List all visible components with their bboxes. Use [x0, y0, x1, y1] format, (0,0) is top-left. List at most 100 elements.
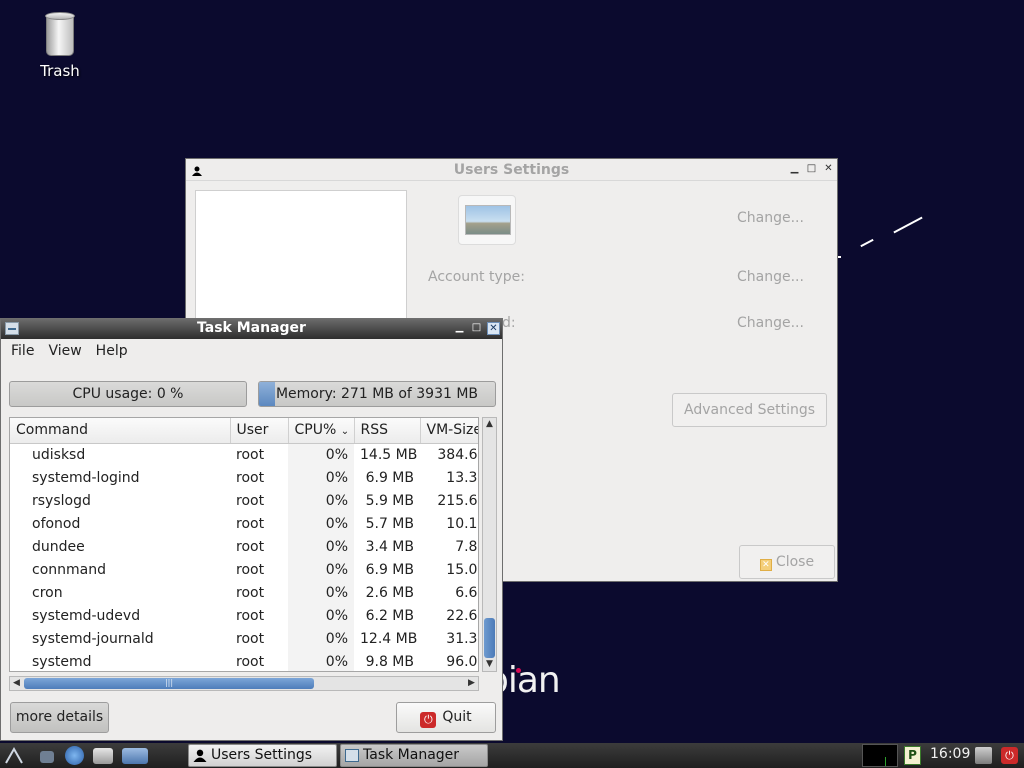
change-password-link[interactable]: Change...: [737, 315, 804, 331]
menu-view[interactable]: View: [48, 343, 81, 359]
task-manager-titlebar[interactable]: Task Manager ▁ □ ✕: [1, 319, 502, 339]
cell-user: root: [236, 492, 265, 509]
table-row[interactable]: rsyslogd root 0% 5.9 MB 215.6 M: [10, 489, 478, 512]
taskbar-users-settings[interactable]: Users Settings: [188, 744, 337, 767]
menubar: File View Help: [1, 339, 502, 363]
desktop-trash[interactable]: Trash: [30, 12, 90, 80]
change-name-link[interactable]: Change...: [737, 210, 804, 226]
power-icon[interactable]: ⏻: [1001, 747, 1018, 764]
workspace-switcher-icon[interactable]: [122, 748, 148, 764]
memory-usage-meter: Memory: 271 MB of 3931 MB used: [258, 381, 496, 407]
memory-usage-text: Memory: 271 MB of 3931 MB used: [275, 386, 479, 402]
close-window-button[interactable]: ✕: [822, 163, 835, 176]
wallpaper-logo-dot: [516, 668, 521, 673]
cell-cpu: 0%: [288, 512, 354, 535]
cell-cpu: 0%: [288, 535, 354, 558]
users-settings-titlebar[interactable]: Users Settings ▁ □ ✕: [186, 159, 837, 181]
cell-command: ofonod: [32, 515, 81, 532]
tray-p-icon[interactable]: P: [904, 746, 921, 765]
cell-cpu: 0%: [288, 627, 354, 650]
avatar-button[interactable]: [458, 195, 516, 245]
user-icon: [193, 749, 207, 762]
horizontal-scrollbar[interactable]: ||| ▶ ◀: [9, 676, 479, 691]
table-row[interactable]: udisksd root 0% 14.5 MB 384.6 M: [10, 443, 478, 466]
cell-vm: 31.3 M: [446, 630, 478, 647]
taskbar-task-manager[interactable]: Task Manager: [340, 744, 488, 767]
cell-vm: 22.6 M: [446, 607, 478, 624]
process-table[interactable]: Command User CPU% ⌄ RSS VM-Size udisksd r…: [9, 417, 479, 672]
cell-cpu: 0%: [288, 489, 354, 512]
column-header-rss[interactable]: RSS: [354, 418, 421, 444]
taskbar-users-settings-label: Users Settings: [211, 747, 313, 763]
more-details-button[interactable]: more details: [10, 702, 109, 733]
scroll-right-icon[interactable]: ▶: [465, 677, 478, 690]
table-row[interactable]: cron root 0% 2.6 MB 6.6 M: [10, 581, 478, 604]
start-menu-icon[interactable]: [4, 746, 24, 765]
cell-command: rsyslogd: [32, 492, 91, 509]
cell-rss: 12.4 MB: [360, 630, 418, 647]
menu-file[interactable]: File: [11, 343, 34, 359]
cell-rss: 9.8 MB: [365, 653, 414, 670]
column-header-command[interactable]: Command: [10, 418, 231, 444]
table-row[interactable]: ofonod root 0% 5.7 MB 10.1 M: [10, 512, 478, 535]
menu-help[interactable]: Help: [96, 343, 128, 359]
change-account-type-link[interactable]: Change...: [737, 269, 804, 285]
cell-user: root: [236, 515, 265, 532]
close-window-button[interactable]: ✕: [487, 322, 500, 335]
column-header-vmsize[interactable]: VM-Size: [420, 418, 478, 444]
cpu-usage-meter: CPU usage: 0 %: [9, 381, 247, 407]
cell-rss: 5.9 MB: [365, 492, 414, 509]
vertical-scrollbar[interactable]: ▲ ▼: [482, 417, 497, 672]
network-icon[interactable]: [975, 747, 992, 764]
horizontal-scroll-thumb[interactable]: |||: [24, 678, 314, 689]
cell-command: connmand: [32, 561, 106, 578]
table-row[interactable]: systemd-udevd root 0% 6.2 MB 22.6 M: [10, 604, 478, 627]
cell-cpu: 0%: [288, 604, 354, 627]
cell-user: root: [236, 607, 265, 624]
cell-cpu: 0%: [288, 581, 354, 604]
table-row[interactable]: systemd-logind root 0% 6.9 MB 13.3 M: [10, 466, 478, 489]
cell-command: dundee: [32, 538, 85, 555]
maximize-button[interactable]: □: [805, 163, 818, 176]
cell-command: systemd-udevd: [32, 607, 141, 624]
cell-vm: 215.6 M: [437, 492, 478, 509]
table-row[interactable]: dundee root 0% 3.4 MB 7.8 M: [10, 535, 478, 558]
close-button[interactable]: ✕ Close: [739, 545, 835, 579]
table-row[interactable]: systemd-journald root 0% 12.4 MB 31.3 M: [10, 627, 478, 650]
wallpaper-swirl: [893, 216, 923, 234]
column-header-user[interactable]: User: [230, 418, 289, 444]
cell-user: root: [236, 584, 265, 601]
scroll-up-icon[interactable]: ▲: [483, 418, 496, 431]
advanced-settings-button[interactable]: Advanced Settings: [672, 393, 827, 427]
cell-vm: 10.1 M: [446, 515, 478, 532]
taskbar: Users Settings Task Manager P 16:09 ⏻: [0, 743, 1024, 768]
close-icon: ✕: [759, 559, 772, 571]
column-header-cpu[interactable]: CPU% ⌄: [288, 418, 355, 444]
show-desktop-icon[interactable]: [93, 748, 113, 764]
web-browser-icon[interactable]: [65, 746, 84, 765]
cell-cpu: 0%: [288, 650, 354, 671]
clock[interactable]: 16:09: [930, 746, 970, 762]
wallpaper-swirl: [860, 238, 874, 248]
table-row[interactable]: systemd root 0% 9.8 MB 96.0 M: [10, 650, 478, 671]
table-row[interactable]: connmand root 0% 6.9 MB 15.0 M: [10, 558, 478, 581]
cell-user: root: [236, 561, 265, 578]
cell-user: root: [236, 630, 265, 647]
minimize-button[interactable]: ▁: [453, 322, 466, 335]
cell-command: udisksd: [32, 446, 86, 463]
scroll-left-icon[interactable]: ◀: [10, 677, 23, 690]
file-manager-icon[interactable]: [40, 751, 54, 763]
maximize-button[interactable]: □: [470, 322, 483, 335]
quit-button[interactable]: ⏻ Quit: [396, 702, 496, 733]
cell-user: root: [236, 538, 265, 555]
task-manager-title: Task Manager: [197, 320, 306, 336]
scroll-down-icon[interactable]: ▼: [483, 658, 496, 671]
vertical-scroll-thumb[interactable]: [484, 618, 495, 658]
cell-user: root: [236, 653, 265, 670]
cell-cpu: 0%: [288, 558, 354, 581]
cell-rss: 14.5 MB: [360, 446, 418, 463]
cell-vm: 15.0 M: [446, 561, 478, 578]
minimize-button[interactable]: ▁: [788, 163, 801, 176]
account-type-label: Account type:: [428, 269, 525, 285]
trash-icon: [45, 12, 75, 56]
